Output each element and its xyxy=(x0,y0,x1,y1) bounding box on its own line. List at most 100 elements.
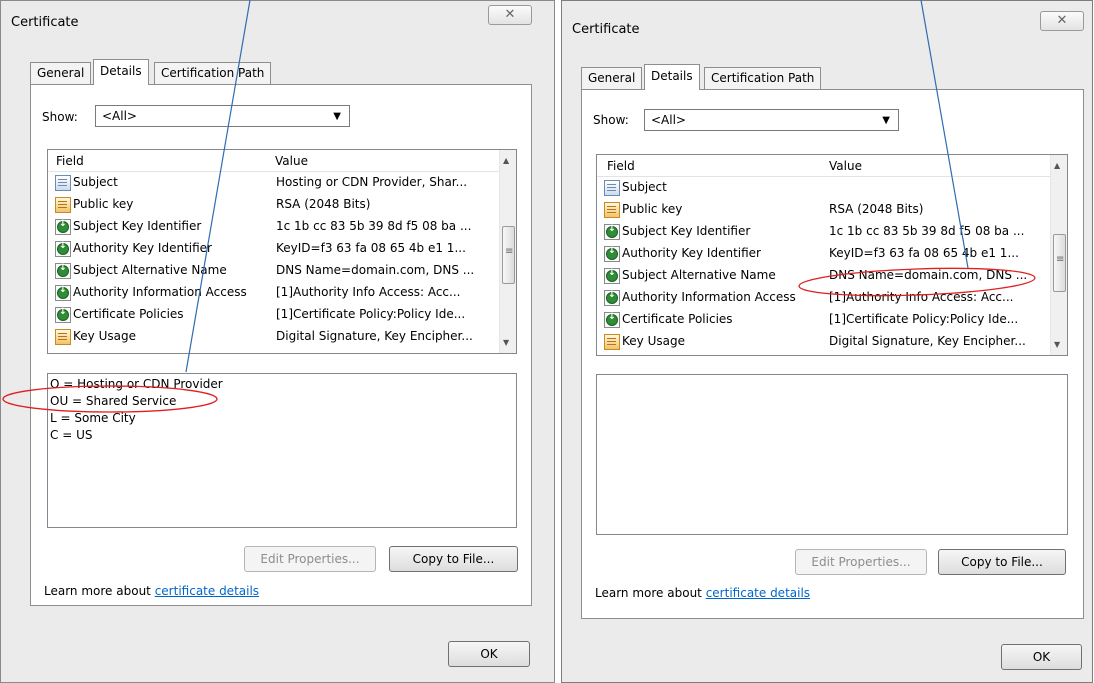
field-value: KeyID=f3 63 fa 08 65 4b e1 1... xyxy=(276,241,466,255)
learn-more-prefix: Learn more about xyxy=(44,584,155,598)
field-name: Subject xyxy=(622,180,667,194)
close-button[interactable]: ✕ xyxy=(1040,11,1084,31)
field-name: Authority Key Identifier xyxy=(622,246,761,260)
edit-properties-button[interactable]: Edit Properties... xyxy=(795,549,927,575)
list-item[interactable]: Authority Information Access [1]Authorit… xyxy=(597,287,1051,309)
extension-icon xyxy=(604,224,620,240)
list-item[interactable]: Subject Alternative Name DNS Name=domain… xyxy=(597,265,1051,287)
show-label: Show: xyxy=(593,113,629,127)
list-item[interactable]: Public key RSA (2048 Bits) xyxy=(48,194,500,216)
extension-icon xyxy=(55,263,71,279)
copy-to-file-button[interactable]: Copy to File... xyxy=(389,546,518,572)
field-list[interactable]: Field Value Subject Hosting or CDN Provi… xyxy=(47,149,517,354)
extension-icon xyxy=(604,268,620,284)
field-name: Public key xyxy=(73,197,134,211)
field-name: Certificate Policies xyxy=(73,307,184,321)
extension-icon xyxy=(604,290,620,306)
field-name: Subject Alternative Name xyxy=(73,263,227,277)
extension-icon xyxy=(55,241,71,257)
detail-line: L = Some City xyxy=(50,411,136,425)
list-item[interactable]: Authority Information Access [1]Authorit… xyxy=(48,282,500,304)
field-name: Certificate Policies xyxy=(622,312,733,326)
scroll-up-icon[interactable]: ▲ xyxy=(503,156,509,165)
detail-textbox[interactable]: O = Hosting or CDN Provider OU = Shared … xyxy=(47,373,517,528)
show-dropdown[interactable]: <All> ▼ xyxy=(95,105,350,127)
scroll-up-icon[interactable]: ▲ xyxy=(1054,161,1060,170)
scroll-down-icon[interactable]: ▼ xyxy=(1054,340,1060,349)
details-panel: Show: <All> ▼ Field Value Subject Hostin… xyxy=(30,84,532,606)
field-value: 1c 1b cc 83 5b 39 8d f5 08 ba ... xyxy=(276,219,472,233)
close-button[interactable]: ✕ xyxy=(488,5,532,25)
key-icon xyxy=(55,197,71,213)
dialog-title: Certificate xyxy=(11,15,79,30)
learn-more-text: Learn more about certificate details xyxy=(44,584,259,598)
tab-certification-path[interactable]: Certification Path xyxy=(704,67,822,90)
ok-button[interactable]: OK xyxy=(1001,644,1082,670)
scroll-down-icon[interactable]: ▼ xyxy=(503,338,509,347)
list-item[interactable]: Authority Key Identifier KeyID=f3 63 fa … xyxy=(597,243,1051,265)
detail-line: OU = Shared Service xyxy=(50,394,177,408)
field-name: Public key xyxy=(622,202,683,216)
scrollbar-thumb[interactable] xyxy=(1053,234,1066,292)
field-value: DNS Name=domain.com, DNS ... xyxy=(829,268,1028,282)
list-item[interactable]: Authority Key Identifier KeyID=f3 63 fa … xyxy=(48,238,500,260)
doc-icon xyxy=(604,180,620,196)
vertical-scrollbar[interactable]: ▲ ▼ xyxy=(1050,155,1067,355)
certificate-details-link[interactable]: certificate details xyxy=(155,584,259,598)
doc-icon xyxy=(55,175,71,191)
close-icon: ✕ xyxy=(1056,13,1068,28)
field-value: Digital Signature, Key Encipher... xyxy=(829,334,1026,348)
tab-general[interactable]: General xyxy=(581,67,643,90)
close-icon: ✕ xyxy=(504,7,516,22)
extension-icon xyxy=(604,312,620,328)
scrollbar-thumb[interactable] xyxy=(502,226,515,284)
column-header-value[interactable]: Value xyxy=(829,159,862,173)
column-header-value[interactable]: Value xyxy=(275,154,308,168)
detail-line: C = US xyxy=(50,428,93,442)
list-item[interactable]: Subject Alternative Name DNS Name=domain… xyxy=(48,260,500,282)
certificate-dialog-right: Certificate ✕ General Details Certificat… xyxy=(561,0,1093,683)
copy-to-file-button[interactable]: Copy to File... xyxy=(938,549,1066,575)
detail-textbox[interactable] xyxy=(596,374,1068,535)
column-header-field[interactable]: Field xyxy=(607,159,635,173)
list-item[interactable]: Key Usage Digital Signature, Key Enciphe… xyxy=(48,326,500,348)
vertical-scrollbar[interactable]: ▲ ▼ xyxy=(499,150,516,353)
column-header-field[interactable]: Field xyxy=(56,154,84,168)
field-value: [1]Certificate Policy:Policy Ide... xyxy=(829,312,1019,326)
list-item[interactable]: Key Usage Digital Signature, Key Enciphe… xyxy=(597,331,1051,353)
list-item[interactable]: Subject Hosting or CDN Provider, Shar... xyxy=(48,172,500,194)
field-value: DNS Name=domain.com, DNS ... xyxy=(276,263,475,277)
field-name: Authority Information Access xyxy=(622,290,796,304)
field-value: [1]Authority Info Access: Acc... xyxy=(829,290,1014,304)
list-item[interactable]: Subject xyxy=(597,177,1051,199)
list-item[interactable]: Public key RSA (2048 Bits) xyxy=(597,199,1051,221)
ok-button[interactable]: OK xyxy=(448,641,530,667)
list-item[interactable]: Certificate Policies [1]Certificate Poli… xyxy=(597,309,1051,331)
detail-line: O = Hosting or CDN Provider xyxy=(50,377,223,391)
list-item[interactable]: Certificate Policies [1]Certificate Poli… xyxy=(48,304,500,326)
tab-details[interactable]: Details xyxy=(644,64,700,90)
key-icon xyxy=(604,334,620,350)
list-item[interactable]: Subject Key Identifier 1c 1b cc 83 5b 39… xyxy=(48,216,500,238)
dialog-title: Certificate xyxy=(572,22,640,37)
extension-icon xyxy=(55,307,71,323)
field-name: Key Usage xyxy=(73,329,136,343)
certificate-details-link[interactable]: certificate details xyxy=(706,586,810,600)
field-name: Authority Information Access xyxy=(73,285,247,299)
edit-properties-button[interactable]: Edit Properties... xyxy=(244,546,376,572)
key-icon xyxy=(604,202,620,218)
field-list[interactable]: Field Value Subject Public key RSA (2048… xyxy=(596,154,1068,356)
chevron-down-icon: ▼ xyxy=(882,115,890,126)
field-value: KeyID=f3 63 fa 08 65 4b e1 1... xyxy=(829,246,1019,260)
certificate-dialog-left: Certificate ✕ General Details Certificat… xyxy=(0,0,555,683)
field-value: Digital Signature, Key Encipher... xyxy=(276,329,473,343)
list-item[interactable]: Subject Key Identifier 1c 1b cc 83 5b 39… xyxy=(597,221,1051,243)
list-header: Field Value xyxy=(597,155,1067,177)
show-dropdown-value: <All> xyxy=(651,113,686,127)
learn-more-prefix: Learn more about xyxy=(595,586,706,600)
show-dropdown[interactable]: <All> ▼ xyxy=(644,109,899,131)
tab-details[interactable]: Details xyxy=(93,59,149,85)
extension-icon xyxy=(604,246,620,262)
tab-certification-path[interactable]: Certification Path xyxy=(154,62,272,85)
tab-general[interactable]: General xyxy=(30,62,92,85)
